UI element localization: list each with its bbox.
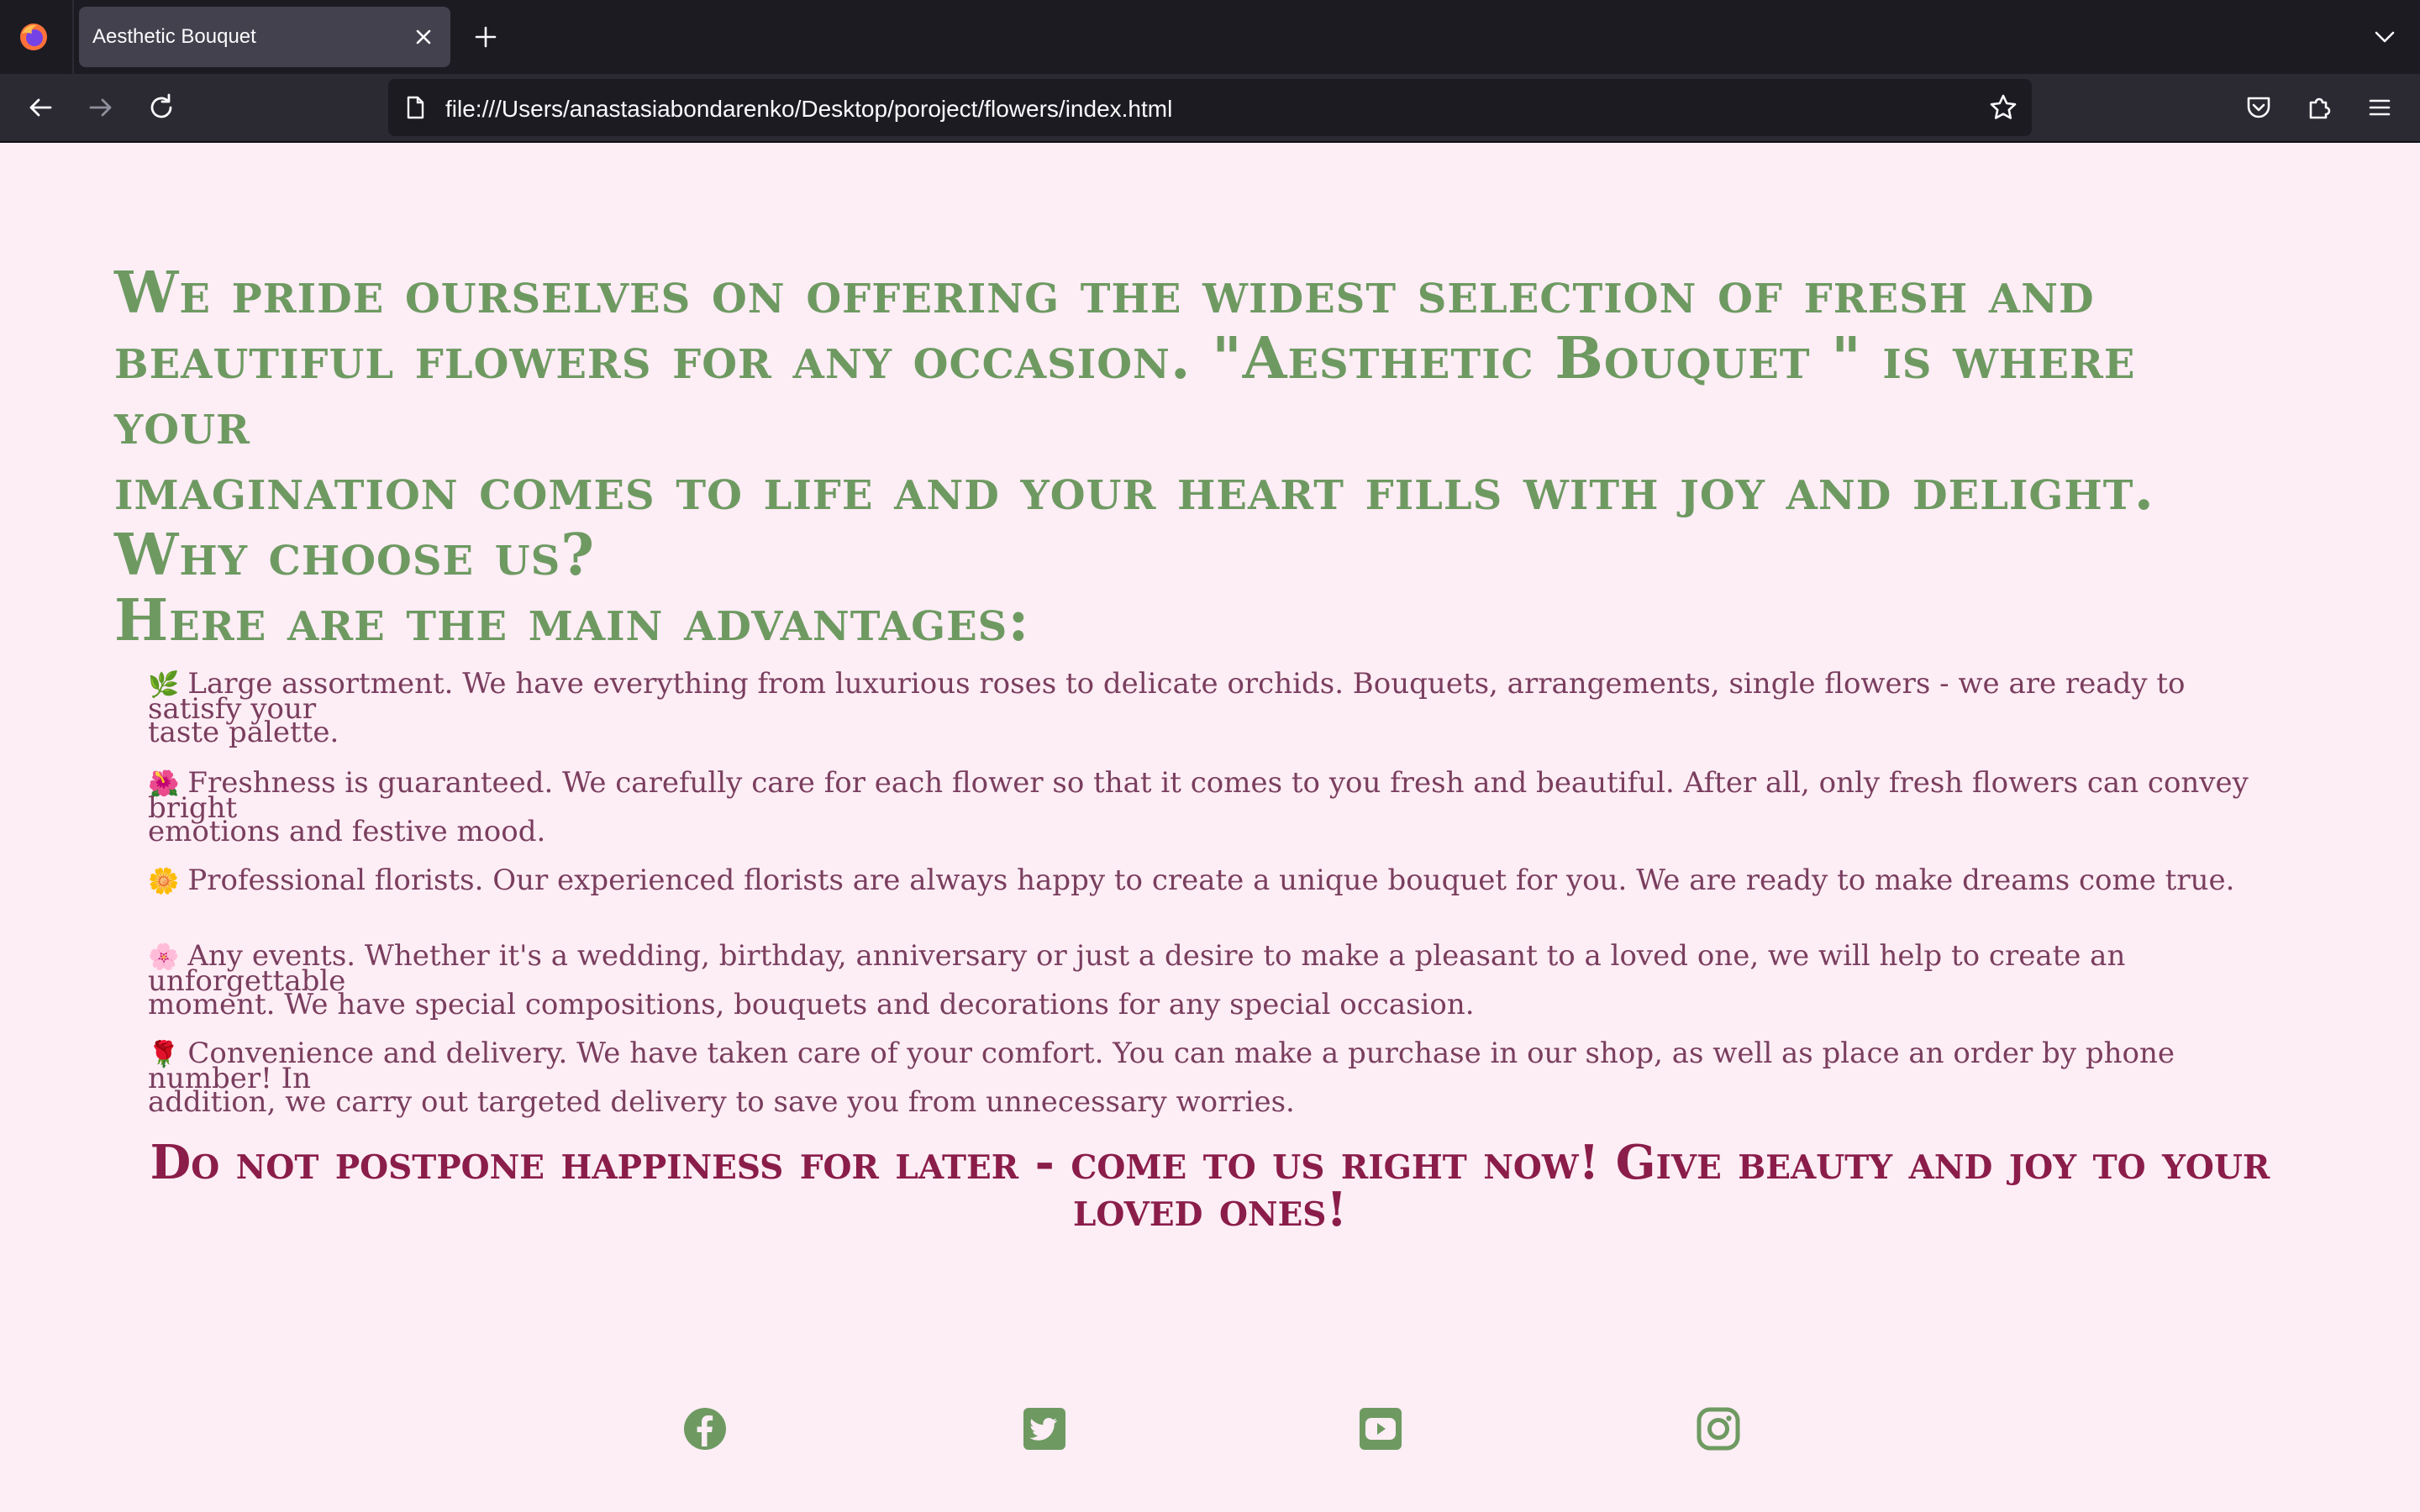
cta-line: loved ones!	[1072, 1182, 1348, 1237]
tab-title: Aesthetic Bouquet	[92, 25, 256, 48]
page-icon	[402, 94, 429, 121]
reload-icon[interactable]	[145, 91, 178, 124]
advantage-item-florists: 🌼 Professional florists. Our experienced …	[148, 866, 2265, 896]
cta-line: Do not postpone happiness for later - co…	[150, 1135, 2270, 1190]
chevron-down-icon[interactable]	[2368, 20, 2402, 54]
blossom-icon: 🌼	[148, 867, 180, 896]
facebook-icon[interactable]	[682, 1406, 728, 1452]
instagram-icon[interactable]	[1696, 1406, 1741, 1452]
advantage-text-continued: emotions and festive mood.	[148, 815, 546, 848]
why-choose-us-line: Why choose us?	[114, 522, 596, 589]
advantage-text: Large assortment. We have everything fro…	[148, 667, 2186, 726]
back-arrow-icon[interactable]	[24, 91, 57, 124]
advantage-text-continued: moment. We have special compositions, bo…	[148, 988, 1475, 1021]
intro-line: We pride ourselves on offering the wides…	[114, 260, 2095, 327]
advantage-text-continued: taste palette.	[148, 716, 339, 749]
firefox-logo-icon[interactable]	[18, 22, 49, 52]
call-to-action: Do not postpone happiness for later - co…	[50, 1139, 2370, 1233]
close-icon[interactable]	[407, 20, 440, 54]
star-icon[interactable]	[1986, 91, 2020, 124]
advantage-item-events: 🌸 Any events. Whether it's a wedding, bir…	[148, 942, 2265, 1021]
tab-aesthetic-bouquet[interactable]: Aesthetic Bouquet	[79, 7, 450, 67]
navigation-toolbar: file:///Users/anastasiabondarenko/Deskto…	[0, 74, 2420, 141]
address-bar[interactable]: file:///Users/anastasiabondarenko/Deskto…	[388, 79, 2032, 136]
advantage-item-freshness: 🌺 Freshness is guaranteed. We carefully c…	[148, 769, 2265, 848]
plus-icon[interactable]	[469, 20, 502, 54]
extensions-icon[interactable]	[2302, 91, 2336, 124]
tab-separator	[72, 0, 74, 74]
hamburger-menu-icon[interactable]	[2363, 91, 2396, 124]
intro-heading: We pride ourselves on offering the wides…	[114, 260, 2265, 654]
toolbar-divider	[0, 141, 2420, 143]
advantage-text: Professional florists. Our experienced f…	[187, 864, 2235, 897]
intro-line: beautiful flowers for any occasion. "Aes…	[114, 325, 2136, 458]
pocket-icon[interactable]	[2242, 91, 2275, 124]
forward-arrow-icon[interactable]	[84, 91, 118, 124]
advantage-text-continued: addition, we carry out targeted delivery…	[148, 1085, 1295, 1119]
intro-line: imagination comes to life and your heart…	[114, 456, 2155, 523]
advantage-item-delivery: 🌹 Convenience and delivery. We have taken…	[148, 1039, 2265, 1119]
advantage-item-assortment: 🌿 Large assortment. We have everything fr…	[148, 669, 2265, 749]
url-text[interactable]: file:///Users/anastasiabondarenko/Deskto…	[445, 96, 1172, 123]
youtube-icon[interactable]	[1358, 1406, 1403, 1452]
twitter-icon[interactable]	[1022, 1406, 1067, 1452]
main-advantages-line: Here are the main advantages:	[114, 587, 1030, 654]
tab-strip: Aesthetic Bouquet	[0, 0, 2420, 74]
